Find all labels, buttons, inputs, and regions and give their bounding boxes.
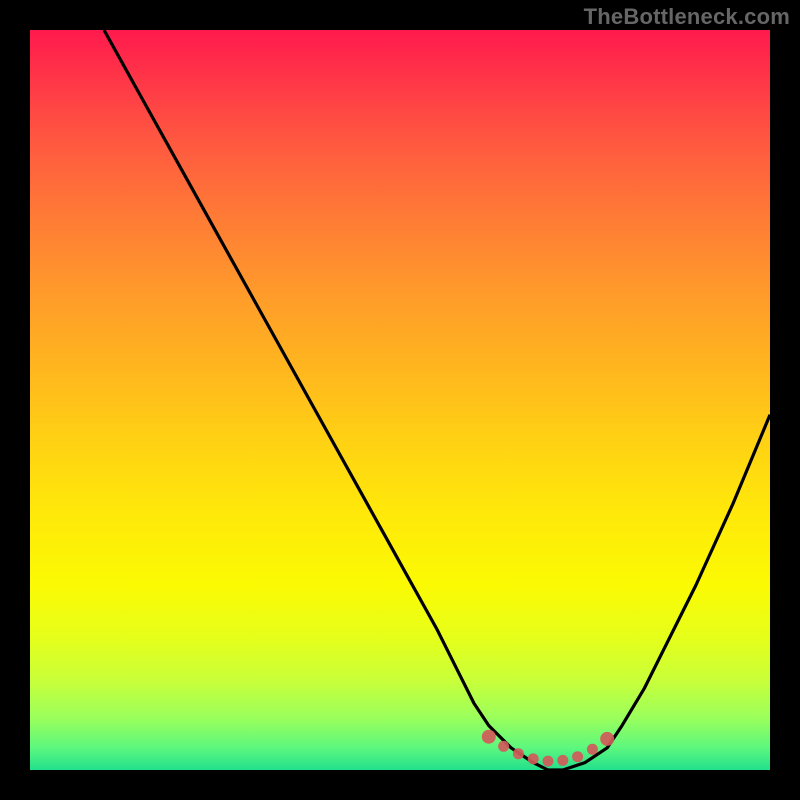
plot-area <box>30 30 770 770</box>
optimal-dot <box>513 748 524 759</box>
curve-svg <box>30 30 770 770</box>
optimal-dots <box>482 730 614 767</box>
optimal-dot <box>557 755 568 766</box>
optimal-dot <box>482 730 496 744</box>
optimal-dot <box>498 741 509 752</box>
optimal-dot <box>600 732 614 746</box>
optimal-dot <box>528 753 539 764</box>
optimal-dot <box>543 756 554 767</box>
optimal-dot <box>587 744 598 755</box>
attribution-text: TheBottleneck.com <box>584 4 790 30</box>
chart-frame: TheBottleneck.com <box>0 0 800 800</box>
optimal-dot <box>572 751 583 762</box>
bottleneck-curve <box>104 30 770 770</box>
